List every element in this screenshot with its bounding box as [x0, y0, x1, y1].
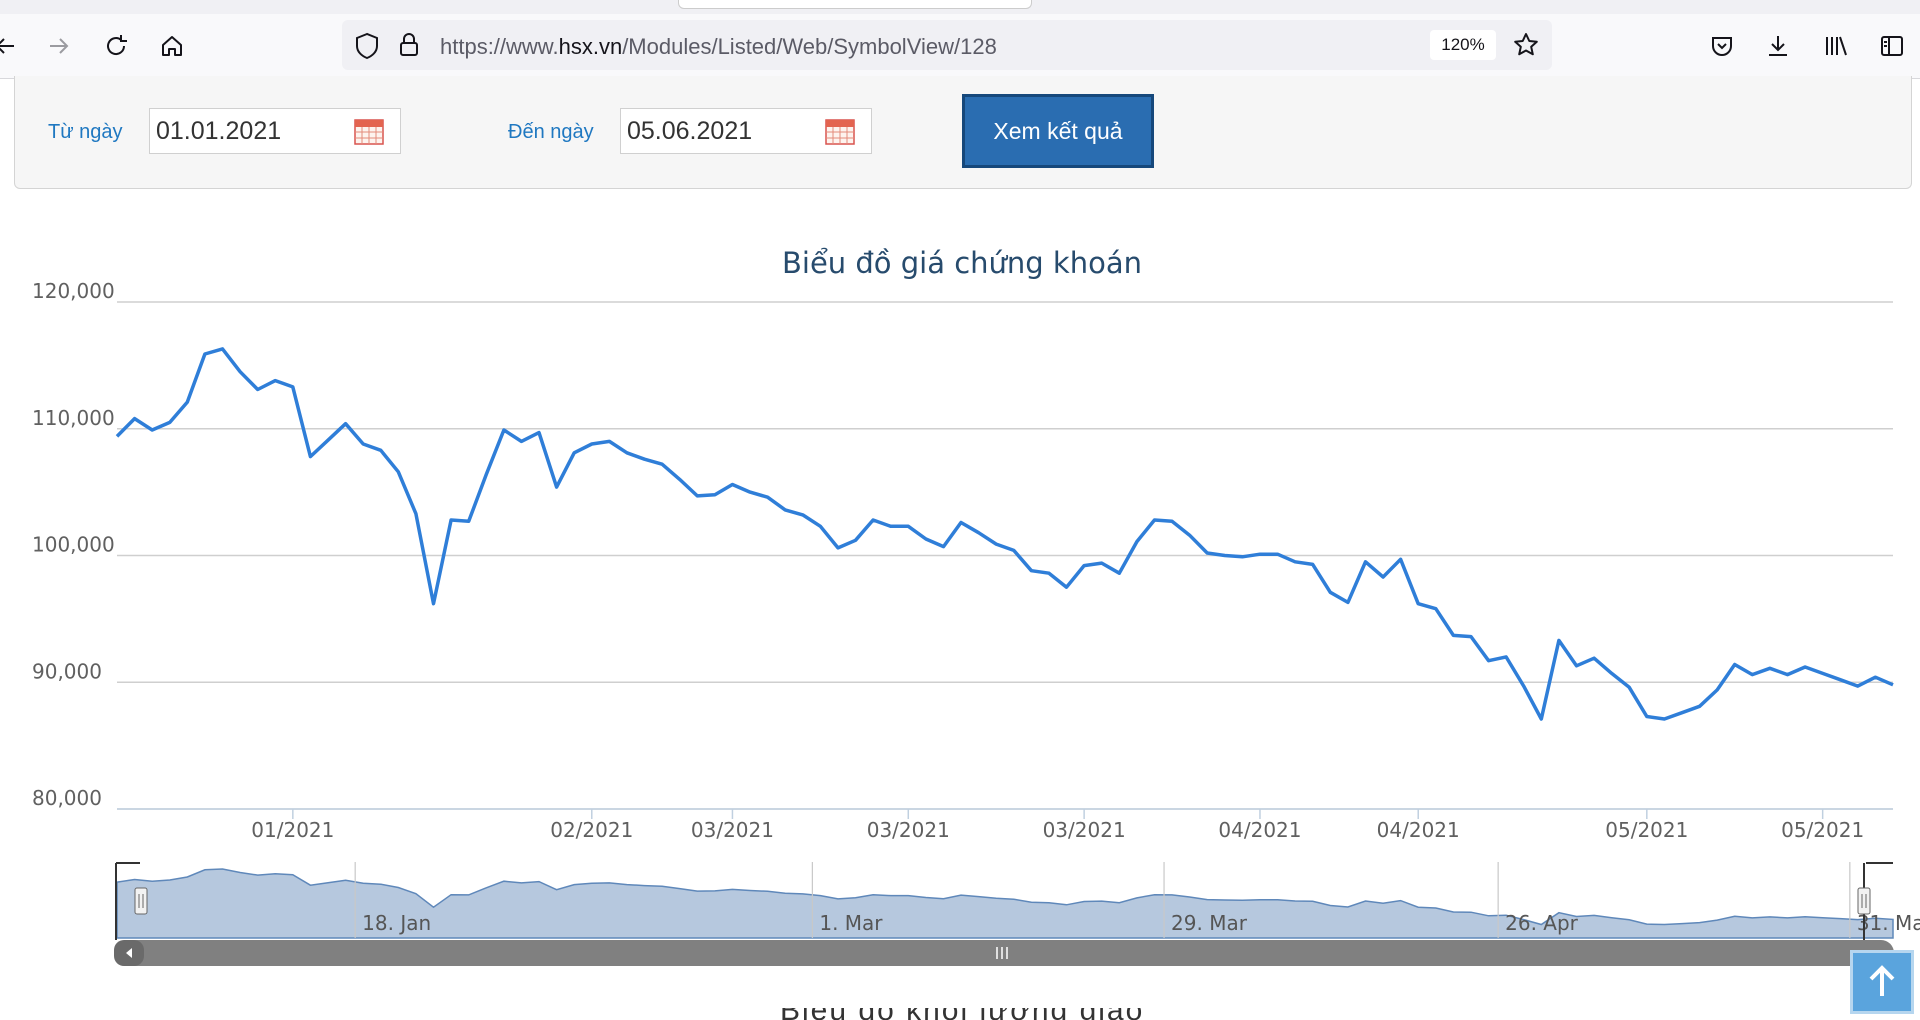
- volume-chart-title-text: Biểu đồ khối lượng giao dịch: [780, 1008, 1180, 1020]
- x-tick-label: 05/2021: [1605, 818, 1688, 842]
- calendar-icon[interactable]: [825, 119, 855, 145]
- url-domain: hsx.vn: [558, 34, 623, 59]
- from-date-field[interactable]: 01.01.2021: [149, 108, 401, 154]
- y-tick-label: 100,000: [32, 533, 115, 557]
- volume-chart-title-partial: Biểu đồ khối lượng giao dịch: [780, 1008, 1180, 1020]
- x-axis-ticks: 01/2021 02/2021 03/2021 03/2021 03/2021 04/20…: [251, 809, 1864, 842]
- url-path: /Modules/Listed/Web/SymbolView/128: [622, 34, 997, 59]
- x-tick-label: 04/2021: [1218, 818, 1301, 842]
- navigator-label: 29. Mar: [1171, 911, 1248, 935]
- to-date-label: Đến ngày: [508, 121, 594, 143]
- bookmark-star-icon[interactable]: [1512, 31, 1540, 64]
- x-tick-label: 03/2021: [1043, 818, 1126, 842]
- navigator-label: 1. Mar: [819, 911, 883, 935]
- library-icon[interactable]: [1818, 28, 1854, 64]
- y-gridlines: [117, 301, 1893, 810]
- navigator-left-handle[interactable]: [134, 887, 148, 915]
- y-tick-label: 90,000: [32, 659, 102, 683]
- x-tick-label: 03/2021: [691, 818, 774, 842]
- from-date-value: 01.01.2021: [156, 117, 282, 145]
- navigator-right-handle[interactable]: [1857, 887, 1871, 915]
- price-series-line: [115, 347, 1894, 721]
- navigator-label: 26. Apr: [1505, 911, 1579, 935]
- lock-icon[interactable]: [398, 32, 420, 63]
- tab-strip: [0, 0, 1920, 14]
- shield-icon[interactable]: [354, 32, 380, 65]
- back-arrow-icon[interactable]: [0, 28, 24, 64]
- reload-icon[interactable]: [98, 28, 134, 64]
- navigator-scrollbar[interactable]: [114, 940, 1894, 966]
- navigator-label: 18. Jan: [362, 911, 431, 935]
- y-tick-label: 80,000: [32, 786, 102, 810]
- x-tick-label: 01/2021: [251, 818, 334, 842]
- from-date-label: Từ ngày: [48, 121, 123, 143]
- browser-toolbar: https://www.hsx.vn/Modules/Listed/Web/Sy…: [0, 14, 1920, 79]
- x-tick-label: 02/2021: [550, 818, 633, 842]
- zoom-indicator[interactable]: 120%: [1430, 30, 1496, 60]
- forward-arrow-icon[interactable]: [40, 28, 76, 64]
- pocket-icon[interactable]: [1704, 28, 1740, 64]
- arrow-up-icon: [1869, 965, 1895, 996]
- navigator[interactable]: 18. Jan 1. Mar 29. Mar 26. Apr 31. May: [114, 862, 1920, 966]
- y-tick-label: 110,000: [32, 406, 115, 430]
- navigator-label: 31. May: [1857, 911, 1920, 935]
- download-icon[interactable]: [1760, 28, 1796, 64]
- url-bar[interactable]: https://www.hsx.vn/Modules/Listed/Web/Sy…: [342, 20, 1552, 70]
- scroll-to-top-button[interactable]: [1850, 950, 1914, 1014]
- url-prefix: https://www.: [440, 34, 559, 59]
- active-tab[interactable]: [678, 0, 1032, 9]
- calendar-icon[interactable]: [354, 119, 384, 145]
- y-axis-labels: 120,000 110,000 100,000 90,000 80,000: [32, 279, 115, 810]
- sidebar-icon[interactable]: [1874, 28, 1910, 64]
- view-results-button[interactable]: Xem kết quả: [962, 94, 1154, 168]
- to-date-value: 05.06.2021: [627, 117, 753, 145]
- price-chart: Biểu đồ giá chứng khoán 120,000 110,000 10…: [32, 246, 1920, 966]
- home-icon[interactable]: [154, 28, 190, 64]
- y-tick-label: 120,000: [32, 279, 115, 303]
- url-text[interactable]: https://www.hsx.vn/Modules/Listed/Web/Sy…: [440, 34, 997, 60]
- chart-title: Biểu đồ giá chứng khoán: [782, 246, 1142, 280]
- x-tick-label: 03/2021: [867, 818, 950, 842]
- x-tick-label: 05/2021: [1781, 818, 1864, 842]
- x-tick-label: 04/2021: [1377, 818, 1460, 842]
- to-date-field[interactable]: 05.06.2021: [620, 108, 872, 154]
